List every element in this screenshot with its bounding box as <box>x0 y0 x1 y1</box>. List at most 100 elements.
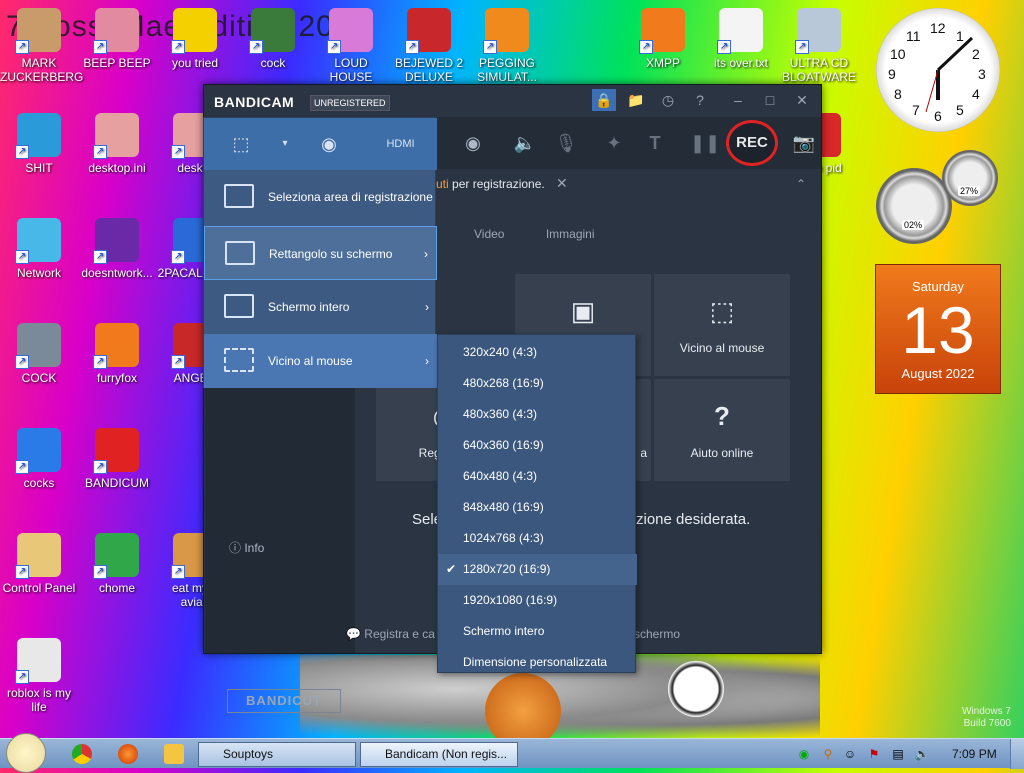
clock-time[interactable]: 7:09 PM <box>952 747 997 761</box>
menu-item-around-mouse[interactable]: Vicino al mouse › <box>204 334 437 388</box>
submenu-item[interactable]: 480x360 (4:3) <box>438 399 637 430</box>
desktop-icon[interactable]: ↗ PEGGING SIMULAT... <box>468 8 546 84</box>
desktop-icon[interactable]: ↗ you tried <box>156 8 234 70</box>
desktop-icon[interactable]: ↗ chome <box>78 533 156 595</box>
firefox-icon[interactable] <box>118 744 138 764</box>
calendar-day: 13 <box>901 293 975 367</box>
submenu-item[interactable]: 848x480 (16:9) <box>438 492 637 523</box>
desktop-icon[interactable]: ↗ BEEP BEEP <box>78 8 156 70</box>
folder-icon[interactable] <box>164 744 184 764</box>
menu-item-fullscreen[interactable]: Schermo intero › <box>204 280 437 334</box>
shortcut-arrow-icon: ↗ <box>327 40 341 54</box>
flag-icon[interactable]: ⚑ <box>866 746 882 762</box>
speaker-icon[interactable]: 🔈 <box>508 117 542 169</box>
shortcut-icon: ↗ <box>93 323 139 369</box>
clock-icon[interactable]: ◷ <box>656 89 680 111</box>
menu-item-label: Rettangolo su schermo <box>269 247 393 261</box>
taskbar-button-souptoys[interactable]: Souptoys <box>198 742 356 767</box>
desktop-icon[interactable]: ↗ MARK ZUCKERBERG <box>0 8 83 84</box>
pause-icon[interactable]: ❚❚ <box>690 117 720 169</box>
desktop-icon[interactable]: ↗ cock <box>234 8 312 70</box>
show-desktop-button[interactable] <box>1010 739 1024 769</box>
desktop-icon[interactable]: ↗ Network <box>0 218 78 280</box>
record-status-icon[interactable]: ◉ <box>796 746 812 762</box>
restore-icon[interactable]: □ <box>758 89 782 111</box>
clock-gadget[interactable]: 12 1 2 3 4 5 6 7 8 9 10 11 <box>876 8 1000 132</box>
start-button[interactable] <box>6 733 46 773</box>
hint-rest: per registrazione. <box>448 177 545 191</box>
cpu-meter-gadget[interactable]: 02% 27% <box>876 150 1000 244</box>
submenu-item[interactable]: 480x268 (16:9) <box>438 368 637 399</box>
tab-video[interactable]: Video <box>474 227 504 241</box>
cpu-percent: 02% <box>902 220 925 230</box>
desktop-icon-label: furryfox <box>96 371 137 385</box>
chrome-icon[interactable] <box>72 744 92 764</box>
desktop-icon[interactable]: ↗ roblox is my life <box>0 638 78 714</box>
camera-icon[interactable]: 📷 <box>790 117 818 169</box>
shortcut-icon: ↗ <box>15 218 61 264</box>
desktop-icon[interactable]: ↗ COCK <box>0 323 78 385</box>
shortcut-arrow-icon: ↗ <box>249 40 263 54</box>
text-overlay-icon[interactable]: T <box>644 117 666 169</box>
network-icon[interactable]: ▤ <box>890 746 906 762</box>
desktop-icon[interactable]: ↗ XMPP <box>624 8 702 70</box>
desktop-icon[interactable]: ↗ cocks <box>0 428 78 490</box>
chevron-down-icon[interactable]: ▾ <box>278 118 292 170</box>
ram-gauge: 27% <box>942 150 998 206</box>
submenu-item[interactable]: Schermo intero <box>438 616 637 647</box>
desktop-icon-label: BEJEWED 2 DELUXE <box>394 56 463 84</box>
dismiss-hint-icon[interactable]: ✕ <box>556 175 568 192</box>
cursor-effect-icon[interactable]: ✦ <box>600 117 628 169</box>
hdmi-icon[interactable]: HDMI <box>364 118 437 170</box>
submenu-item[interactable]: 640x360 (16:9) <box>438 430 637 461</box>
volume-icon[interactable]: 🔈 <box>914 746 930 762</box>
desktop-icon[interactable]: ↗ its over.txt <box>702 8 780 70</box>
microphone-icon[interactable]: 🎙 <box>552 117 580 169</box>
close-icon[interactable]: ✕ <box>790 89 814 111</box>
taskbar-button-bandicam[interactable]: Bandicam (Non regis... <box>360 742 518 767</box>
smiley-icon[interactable]: ☺ <box>842 746 858 762</box>
rectangle-mode-icon[interactable]: ⬚ <box>204 118 278 170</box>
desktop-icon[interactable]: ↗ BEJEWED 2 DELUXE <box>390 8 468 84</box>
tab-images[interactable]: Immagini <box>546 227 595 241</box>
mode-toolbar: ⬚ ▾ ◉ HDMI <box>204 118 437 170</box>
shortcut-icon: ↗ <box>327 8 373 54</box>
desktop-icon[interactable]: ↗ SHIT <box>0 113 78 175</box>
help-icon[interactable]: ? <box>688 89 712 111</box>
desktop-icon[interactable]: ↗ doesntwork... <box>78 218 156 280</box>
bandicut-button[interactable]: BANDICUT <box>227 689 341 713</box>
mode-card-around-mouse[interactable]: ⬚ Vicino al mouse <box>653 273 791 377</box>
desktop-icon[interactable]: ↗ BANDICUM <box>78 428 156 490</box>
submenu-item[interactable]: ✔ 1280x720 (16:9) <box>438 554 637 585</box>
search-icon[interactable]: ⚲ <box>820 746 836 762</box>
submenu-item[interactable]: 1024x768 (4:3) <box>438 523 637 554</box>
desktop-icon[interactable]: ↗ Control Panel <box>0 533 78 595</box>
menu-item-select-area[interactable]: Seleziona area di registrazione <box>204 170 437 224</box>
shortcut-icon: ↗ <box>93 533 139 579</box>
collapse-icon[interactable]: ⌃ <box>796 177 806 191</box>
submenu-item[interactable]: Dimensione personalizzata <box>438 647 637 678</box>
folder-icon[interactable]: 📁 <box>624 89 648 111</box>
sidebar-item-info[interactable]: ⓘ Info <box>229 539 264 556</box>
desktop-icon-label: SHIT <box>25 161 53 175</box>
submenu-item[interactable]: 1920x1080 (16:9) <box>438 585 637 616</box>
desktop-icon[interactable]: ↗ LOUD HOUSE <box>312 8 390 84</box>
gamepad-icon[interactable]: ◉ <box>294 118 364 170</box>
clock-hands-icon <box>925 36 974 113</box>
mode-card-help[interactable]: ? Aiuto online <box>653 378 791 482</box>
desktop-icon[interactable]: ↗ ULTRA CD BLOATWARE <box>780 8 858 84</box>
submenu-item[interactable]: 320x240 (4:3) <box>438 337 637 368</box>
submenu-item-label: 1280x720 (16:9) <box>463 562 551 576</box>
desktop-icon[interactable]: ↗ desktop.ini <box>78 113 156 175</box>
submenu-item-label: Schermo intero <box>463 624 545 638</box>
submenu-item[interactable]: 640x480 (4:3) <box>438 461 637 492</box>
title-bar[interactable]: BANDICAM UNREGISTERED 🔒 📁 ◷ ? – □ ✕ <box>204 85 821 117</box>
lock-icon[interactable]: 🔒 <box>592 89 616 111</box>
minimize-icon[interactable]: – <box>726 89 750 111</box>
webcam-icon[interactable]: ◉ <box>456 117 490 169</box>
rec-button[interactable]: REC <box>726 120 778 166</box>
desktop-icon[interactable]: ↗ furryfox <box>78 323 156 385</box>
calendar-gadget[interactable]: Saturday 13 August 2022 <box>875 264 1001 394</box>
menu-item-rectangle[interactable]: Rettangolo su schermo › <box>204 226 437 280</box>
unregistered-badge[interactable]: UNREGISTERED <box>310 95 390 111</box>
